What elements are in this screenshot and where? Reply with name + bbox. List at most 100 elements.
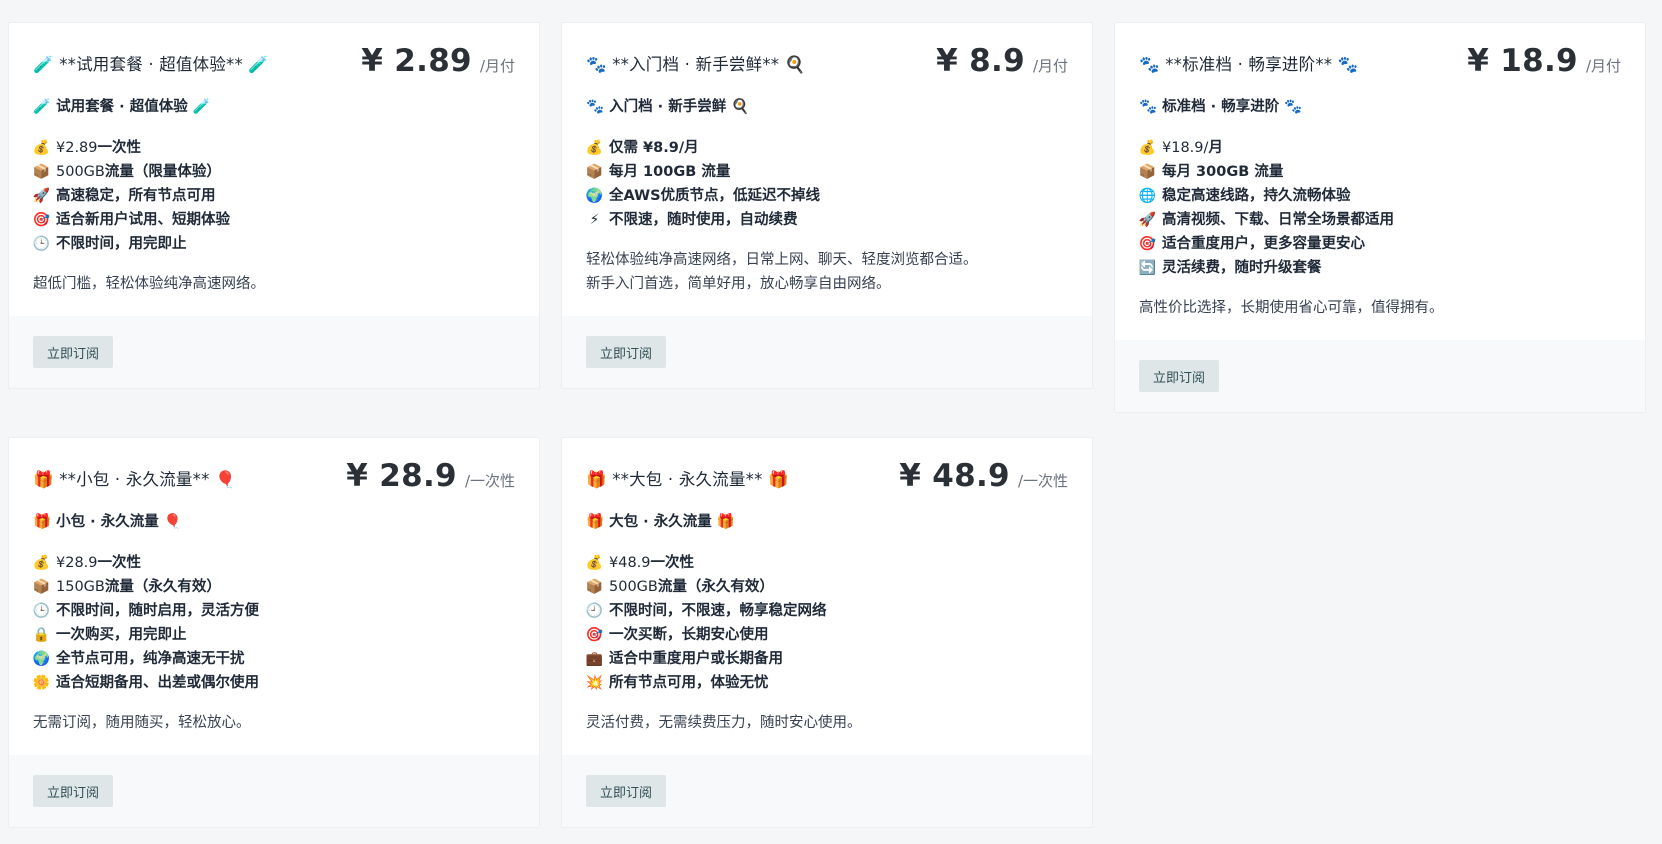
price-unit: /一次性 (1017, 472, 1068, 490)
card-footer: 立即订阅 (1115, 340, 1645, 412)
plan-title: 🐾 **入门档 · 新手尝鲜** 🍳 (586, 55, 806, 74)
card-footer: 立即订阅 (9, 755, 539, 827)
card-body: 🧪 **试用套餐 · 超值体验** 🧪 ¥ 2.89 /月付 🧪 试用套餐 · … (9, 23, 539, 316)
subscribe-button[interactable]: 立即订阅 (33, 775, 114, 807)
plan-card-small-pack: 🎁 **小包 · 永久流量** 🎈 ¥ 28.9 /一次性 🎁 小包 · 永久流… (8, 437, 540, 828)
price-block: ¥ 18.9 /月付 (1467, 43, 1621, 79)
plan-title: 🧪 **试用套餐 · 超值体验** 🧪 (33, 55, 270, 74)
feature-item: 🌍 全节点可用，纯净高速无干扰 (33, 647, 515, 671)
plan-card-starter: 🐾 **入门档 · 新手尝鲜** 🍳 ¥ 8.9 /月付 🐾 入门档 · 新手尝… (561, 22, 1093, 389)
feature-item: 📦 500GB 流量（限量体验） (33, 160, 515, 184)
plan-subtitle: 🎁 大包 · 永久流量 🎁 (586, 514, 735, 530)
plan-title: 🐾 **标准档 · 畅享进阶** 🐾 (1139, 55, 1359, 74)
card-header: 🎁 **小包 · 永久流量** 🎈 ¥ 28.9 /一次性 (33, 438, 515, 510)
flower-icon: 🌼 (32, 675, 51, 691)
plan-card-large-pack: 🎁 **大包 · 永久流量** 🎁 ¥ 48.9 /一次性 🎁 大包 · 永久流… (561, 437, 1093, 828)
price-unit: /月付 (1585, 57, 1621, 75)
package-icon: 📦 (32, 164, 51, 180)
feature-item: 💰 ¥28.9 一次性 (33, 551, 515, 575)
card-body: 🎁 **小包 · 永久流量** 🎈 ¥ 28.9 /一次性 🎁 小包 · 永久流… (9, 438, 539, 755)
feature-item: 💰 ¥48.9 一次性 (586, 551, 1068, 575)
globe-icon: 🌍 (32, 651, 51, 667)
refresh-icon: 🔄 (1138, 260, 1157, 276)
plan-price: ¥ 48.9 (899, 458, 1010, 494)
plan-price: ¥ 2.89 (361, 43, 472, 79)
plan-subtitle: 🧪 试用套餐 · 超值体验 🧪 (33, 99, 211, 115)
plan-title: 🎁 **大包 · 永久流量** 🎁 (586, 470, 789, 489)
feature-item: 📦 每月 100GB 流量 (586, 160, 1068, 184)
card-footer: 立即订阅 (562, 755, 1092, 827)
lock-icon: 🔒 (32, 627, 51, 643)
plan-subtitle: 🐾 入门档 · 新手尝鲜 🍳 (586, 99, 750, 115)
feature-item: 💰 ¥2.89 一次性 (33, 136, 515, 160)
subscribe-button[interactable]: 立即订阅 (586, 336, 667, 368)
money-bag-icon: 💰 (32, 140, 51, 156)
feature-item: 🕒 不限时间，用完即止 (33, 232, 515, 256)
card-header: 🐾 **入门档 · 新手尝鲜** 🍳 ¥ 8.9 /月付 (586, 23, 1068, 95)
plan-card-standard: 🐾 **标准档 · 畅享进阶** 🐾 ¥ 18.9 /月付 🐾 标准档 · 畅享… (1114, 22, 1646, 413)
feature-item: 🎯 一次买断，长期安心使用 (586, 623, 1068, 647)
feature-item: 🕒 不限时间，随时启用，灵活方便 (33, 599, 515, 623)
price-block: ¥ 28.9 /一次性 (346, 458, 515, 494)
feature-item: 🎯 适合重度用户，更多容量更安心 (1139, 232, 1621, 256)
package-icon: 📦 (1138, 164, 1157, 180)
briefcase-icon: 💼 (585, 651, 604, 667)
clock-icon: 🕒 (32, 603, 51, 619)
plan-price: ¥ 28.9 (346, 458, 457, 494)
feature-list: 💰 ¥2.89 一次性 📦 500GB 流量（限量体验） 🚀 高速稳定，所有节点可用 … (33, 136, 515, 256)
subscribe-button[interactable]: 立即订阅 (586, 775, 667, 807)
feature-list: 💰 ¥28.9 一次性 📦 150GB 流量（永久有效） 🕒 不限时间，随时启用，灵活… (33, 551, 515, 695)
feature-item: ⚡ 不限速，随时使用，自动续费 (586, 208, 1068, 232)
burst-icon: 💥 (585, 675, 604, 691)
feature-item: 💥 所有节点可用，体验无忧 (586, 671, 1068, 695)
feature-item: 🌐 稳定高速线路，持久流畅体验 (1139, 184, 1621, 208)
package-icon: 📦 (32, 579, 51, 595)
package-icon: 📦 (585, 164, 604, 180)
subscribe-button[interactable]: 立即订阅 (33, 336, 114, 368)
plan-description: 超低门槛，轻松体验纯净高速网络。 (33, 276, 265, 292)
card-body: 🎁 **大包 · 永久流量** 🎁 ¥ 48.9 /一次性 🎁 大包 · 永久流… (562, 438, 1092, 755)
feature-item: 🔄 灵活续费，随时升级套餐 (1139, 256, 1621, 280)
money-bag-icon: 💰 (585, 555, 604, 571)
subscribe-button[interactable]: 立即订阅 (1139, 360, 1220, 392)
rocket-icon: 🚀 (32, 188, 51, 204)
feature-item: 💰 ¥18.9/月 (1139, 136, 1621, 160)
money-bag-icon: 💰 (1138, 140, 1157, 156)
target-icon: 🎯 (585, 627, 604, 643)
feature-list: 💰 ¥18.9/月 📦 每月 300GB 流量 🌐 稳定高速线路，持久流畅体验 🚀 高清… (1139, 136, 1621, 280)
price-unit: /一次性 (464, 472, 515, 490)
card-header: 🐾 **标准档 · 畅享进阶** 🐾 ¥ 18.9 /月付 (1139, 23, 1621, 95)
feature-item: 🚀 高速稳定，所有节点可用 (33, 184, 515, 208)
feature-item: 🔒 一次购买，用完即止 (33, 623, 515, 647)
rocket-icon: 🚀 (1138, 212, 1157, 228)
card-body: 🐾 **标准档 · 畅享进阶** 🐾 ¥ 18.9 /月付 🐾 标准档 · 畅享… (1115, 23, 1645, 340)
price-unit: /月付 (479, 57, 515, 75)
feature-list: 💰 ¥48.9 一次性 📦 500GB 流量（永久有效） 🕘 不限时间，不限速，畅享稳… (586, 551, 1068, 695)
price-block: ¥ 48.9 /一次性 (899, 458, 1068, 494)
target-icon: 🎯 (32, 212, 51, 228)
plan-price: ¥ 18.9 (1467, 43, 1578, 79)
plan-description: 新手入门首选，简单好用，放心畅享自由网络。 (586, 276, 891, 292)
feature-item: 📦 500GB 流量（永久有效） (586, 575, 1068, 599)
plan-subtitle: 🐾 标准档 · 畅享进阶 🐾 (1139, 99, 1303, 115)
plan-description: 高性价比选择，长期使用省心可靠，值得拥有。 (1139, 300, 1444, 316)
feature-item: 🚀 高清视频、下载、日常全场景都适用 (1139, 208, 1621, 232)
money-bag-icon: 💰 (32, 555, 51, 571)
card-footer: 立即订阅 (562, 316, 1092, 388)
globe-icon: 🌍 (585, 188, 604, 204)
target-icon: 🎯 (1138, 236, 1157, 252)
feature-item: 💰 仅需 ¥8.9/月 (586, 136, 1068, 160)
plan-description: 灵活付费，无需续费压力，随时安心使用。 (586, 715, 862, 731)
price-block: ¥ 2.89 /月付 (361, 43, 515, 79)
plan-description: 轻松体验纯净高速网络，日常上网、聊天、轻度浏览都合适。 (586, 252, 978, 268)
feature-item: 🎯 适合新用户试用、短期体验 (33, 208, 515, 232)
card-footer: 立即订阅 (9, 316, 539, 388)
card-header: 🎁 **大包 · 永久流量** 🎁 ¥ 48.9 /一次性 (586, 438, 1068, 510)
feature-item: 🕘 不限时间，不限速，畅享稳定网络 (586, 599, 1068, 623)
feature-list: 💰 仅需 ¥8.9/月 📦 每月 100GB 流量 🌍 全AWS优质节点，低延迟不掉线… (586, 136, 1068, 232)
plan-price: ¥ 8.9 (936, 43, 1025, 79)
card-header: 🧪 **试用套餐 · 超值体验** 🧪 ¥ 2.89 /月付 (33, 23, 515, 95)
feature-item: 📦 150GB 流量（永久有效） (33, 575, 515, 599)
money-bag-icon: 💰 (585, 140, 604, 156)
plan-title: 🎁 **小包 · 永久流量** 🎈 (33, 470, 236, 489)
